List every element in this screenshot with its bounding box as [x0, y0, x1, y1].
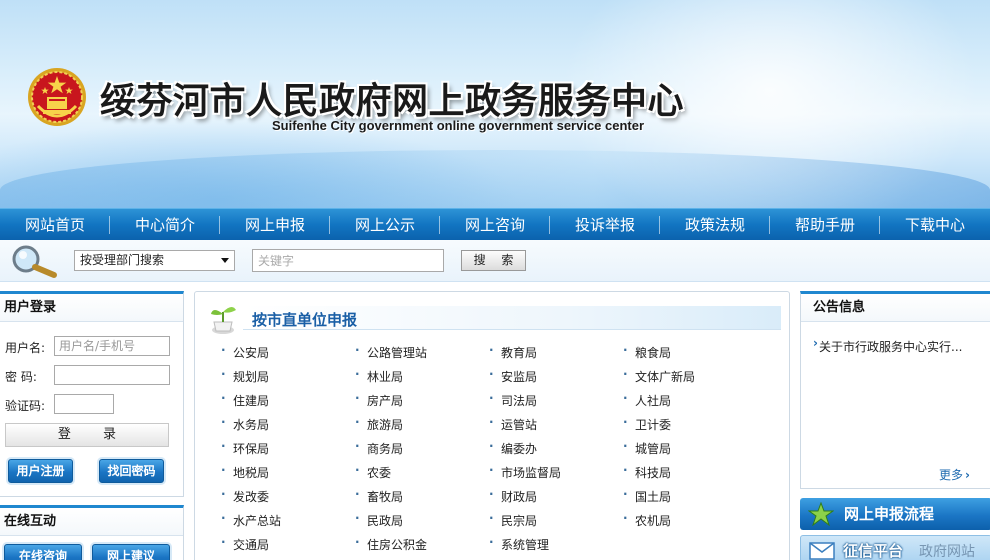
- notice-panel: 公告信息 关于市行政服务中心实行... 更多›: [800, 291, 990, 489]
- department-link[interactable]: 人社局: [623, 391, 671, 409]
- username-input[interactable]: [54, 336, 170, 356]
- department-link[interactable]: 卫计委: [623, 415, 671, 433]
- department-link[interactable]: 司法局: [489, 391, 537, 409]
- apply-process-button[interactable]: 网上申报流程: [800, 498, 990, 530]
- department-link[interactable]: 旅游局: [355, 415, 403, 433]
- nav-item-policy[interactable]: 政策法规: [660, 209, 770, 240]
- nav-item-about[interactable]: 中心简介: [110, 209, 220, 240]
- department-link[interactable]: 商务局: [355, 439, 403, 457]
- department-link[interactable]: 公路管理站: [355, 343, 427, 361]
- department-link[interactable]: 地税局: [221, 463, 269, 481]
- captcha-row: 验证码:: [0, 394, 184, 416]
- chevron-down-icon: [221, 258, 229, 263]
- password-row: 密 码:: [0, 365, 184, 387]
- login-panel-title: 用户登录: [0, 294, 183, 322]
- password-label: 密 码:: [5, 370, 37, 384]
- search-button[interactable]: 搜 索: [461, 250, 526, 271]
- register-button[interactable]: 用户注册: [8, 459, 73, 483]
- credit-platform-label: 征信平台: [843, 542, 904, 560]
- nav-item-consult[interactable]: 网上咨询: [440, 209, 550, 240]
- site-title: 绥芬河市人民政府网上政务服务中心: [100, 81, 685, 122]
- sprout-icon: [211, 306, 236, 334]
- notice-panel-title: 公告信息: [801, 294, 990, 322]
- department-link[interactable]: 文体广新局: [623, 367, 695, 385]
- nav-item-publicity[interactable]: 网上公示: [330, 209, 440, 240]
- login-button[interactable]: 登 录: [5, 423, 169, 447]
- department-link[interactable]: 交通局: [221, 535, 269, 553]
- department-link[interactable]: 住房公积金: [355, 535, 427, 553]
- nav-item-help[interactable]: 帮助手册: [770, 209, 880, 240]
- department-link[interactable]: 编委办: [489, 439, 537, 457]
- interaction-panel-title: 在线互动: [0, 508, 183, 536]
- department-link[interactable]: 民宗局: [489, 511, 537, 529]
- online-suggest-button[interactable]: 网上建议: [92, 544, 170, 560]
- department-link[interactable]: 水务局: [221, 415, 269, 433]
- nav-item-online-apply[interactable]: 网上申报: [220, 209, 330, 240]
- department-link[interactable]: 水产总站: [221, 511, 281, 529]
- national-emblem-icon: [28, 68, 86, 126]
- department-link[interactable]: 市场监督局: [489, 463, 561, 481]
- department-link[interactable]: 粮食局: [623, 343, 671, 361]
- login-panel: 用户登录 用户名: 密 码: 验证码: 登 录 用户注册 找回密码: [0, 291, 184, 497]
- department-link[interactable]: 发改委: [221, 487, 269, 505]
- more-link-label: 更多: [939, 468, 964, 482]
- department-link[interactable]: 城管局: [623, 439, 671, 457]
- department-link[interactable]: 住建局: [221, 391, 269, 409]
- apply-process-label: 网上申报流程: [844, 505, 935, 523]
- department-panel: 按市直单位申报 公安局规划局住建局水务局环保局地税局发改委水产总站交通局 公路管理…: [194, 291, 790, 560]
- online-interaction-panel: 在线互动 在线咨询 网上建议: [0, 505, 184, 560]
- credit-platform-button[interactable]: 征信平台 政府网站: [800, 535, 990, 560]
- notice-item[interactable]: 关于市行政服务中心实行...: [813, 336, 962, 355]
- department-link[interactable]: 农机局: [623, 511, 671, 529]
- department-panel-header: 按市直单位申报: [205, 300, 781, 334]
- department-link[interactable]: 安监局: [489, 367, 537, 385]
- department-link[interactable]: 畜牧局: [355, 487, 403, 505]
- online-consult-button[interactable]: 在线咨询: [4, 544, 82, 560]
- department-link[interactable]: 财政局: [489, 487, 537, 505]
- header-banner: 绥芬河市人民政府网上政务服务中心 Suifenhe City governmen…: [0, 0, 990, 208]
- magnifier-icon: [12, 245, 57, 278]
- keyword-input[interactable]: [252, 249, 444, 272]
- captcha-label: 验证码:: [5, 399, 46, 413]
- main-nav: 网站首页 中心简介 网上申报 网上公示 网上咨询 投诉举报 政策法规 帮助手册 …: [0, 208, 990, 240]
- site-subtitle: Suifenhe City government online governme…: [272, 118, 645, 133]
- department-link[interactable]: 农委: [355, 463, 391, 481]
- department-link[interactable]: 林业局: [355, 367, 403, 385]
- envelope-icon: [809, 542, 835, 560]
- department-link[interactable]: 运管站: [489, 415, 537, 433]
- department-panel-title: 按市直单位申报: [252, 311, 358, 329]
- username-label: 用户名:: [5, 341, 46, 355]
- star-icon: [808, 502, 834, 526]
- recover-password-button[interactable]: 找回密码: [99, 459, 164, 483]
- department-search-select-value: 按受理部门搜索: [80, 253, 165, 267]
- department-link[interactable]: 国土局: [623, 487, 671, 505]
- search-bar: 按受理部门搜索 搜 索: [0, 240, 990, 282]
- nav-item-download[interactable]: 下载中心: [880, 209, 990, 240]
- nav-item-complaint[interactable]: 投诉举报: [550, 209, 660, 240]
- username-row: 用户名:: [0, 336, 184, 358]
- department-link[interactable]: 民政局: [355, 511, 403, 529]
- department-link[interactable]: 环保局: [221, 439, 269, 457]
- watermark-text: 政府网站: [919, 544, 975, 560]
- department-link[interactable]: 规划局: [221, 367, 269, 385]
- department-link[interactable]: 系统管理: [489, 535, 549, 553]
- department-link[interactable]: 房产局: [355, 391, 403, 409]
- department-link[interactable]: 公安局: [221, 343, 269, 361]
- department-search-select[interactable]: 按受理部门搜索: [74, 250, 235, 271]
- captcha-input[interactable]: [54, 394, 114, 414]
- department-link[interactable]: 教育局: [489, 343, 537, 361]
- nav-item-home[interactable]: 网站首页: [0, 209, 110, 240]
- more-link[interactable]: 更多 ›: [939, 466, 970, 483]
- department-link[interactable]: 科技局: [623, 463, 671, 481]
- password-input[interactable]: [54, 365, 170, 385]
- chevron-right-icon: ›: [965, 468, 970, 482]
